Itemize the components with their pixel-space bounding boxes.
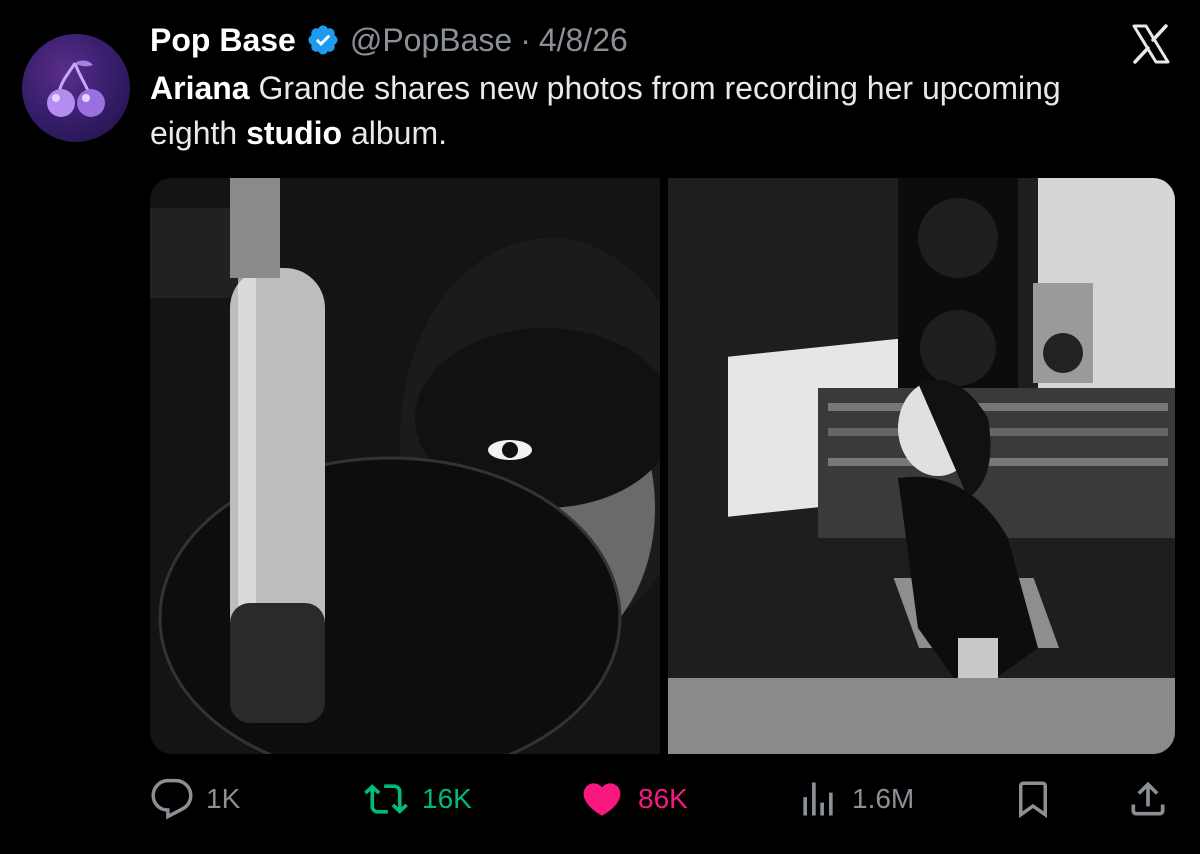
views-button[interactable]: 1.6M (796, 774, 914, 824)
reply-button[interactable]: 1K (150, 774, 240, 824)
tweet-text-part: album. (342, 115, 447, 151)
views-chart-icon (803, 782, 833, 816)
repost-icon (364, 784, 408, 814)
like-button[interactable]: 86K (578, 774, 688, 824)
tweet-text-part: Ariana (150, 70, 250, 106)
reply-count: 1K (206, 783, 241, 814)
bookmark-button[interactable] (1012, 774, 1054, 824)
tweet-date[interactable]: 4/8/26 (539, 22, 628, 59)
tweet-media (150, 178, 1175, 754)
x-logo-icon[interactable] (1126, 20, 1174, 68)
reply-icon (151, 778, 193, 820)
display-name[interactable]: Pop Base (150, 22, 296, 59)
repost-button[interactable]: 16K (362, 774, 472, 824)
bookmark-icon (1019, 781, 1047, 819)
share-button[interactable] (1126, 774, 1170, 824)
tweet-header: Pop Base @PopBase · 4/8/26 (150, 18, 628, 62)
like-count: 86K (638, 783, 688, 814)
studio-photo-console[interactable] (668, 178, 1175, 754)
avatar[interactable] (22, 34, 130, 142)
photo-illustration (668, 178, 1175, 754)
share-icon (1131, 781, 1165, 816)
separator-dot: · (520, 21, 531, 58)
cherries-icon (47, 60, 105, 117)
tweet-text-part: studio (246, 115, 343, 151)
studio-photo-microphone[interactable] (150, 178, 660, 754)
repost-count: 16K (422, 783, 472, 814)
heart-icon (583, 783, 621, 816)
tweet-action-bar: 1K 16K 86K 1.6M (150, 774, 1180, 824)
verified-badge-icon[interactable] (306, 23, 340, 57)
tweet-text: Ariana Grande shares new photos from rec… (150, 66, 1080, 156)
handle[interactable]: @PopBase (350, 22, 512, 59)
views-count: 1.6M (852, 783, 915, 814)
photo-illustration (150, 178, 660, 754)
